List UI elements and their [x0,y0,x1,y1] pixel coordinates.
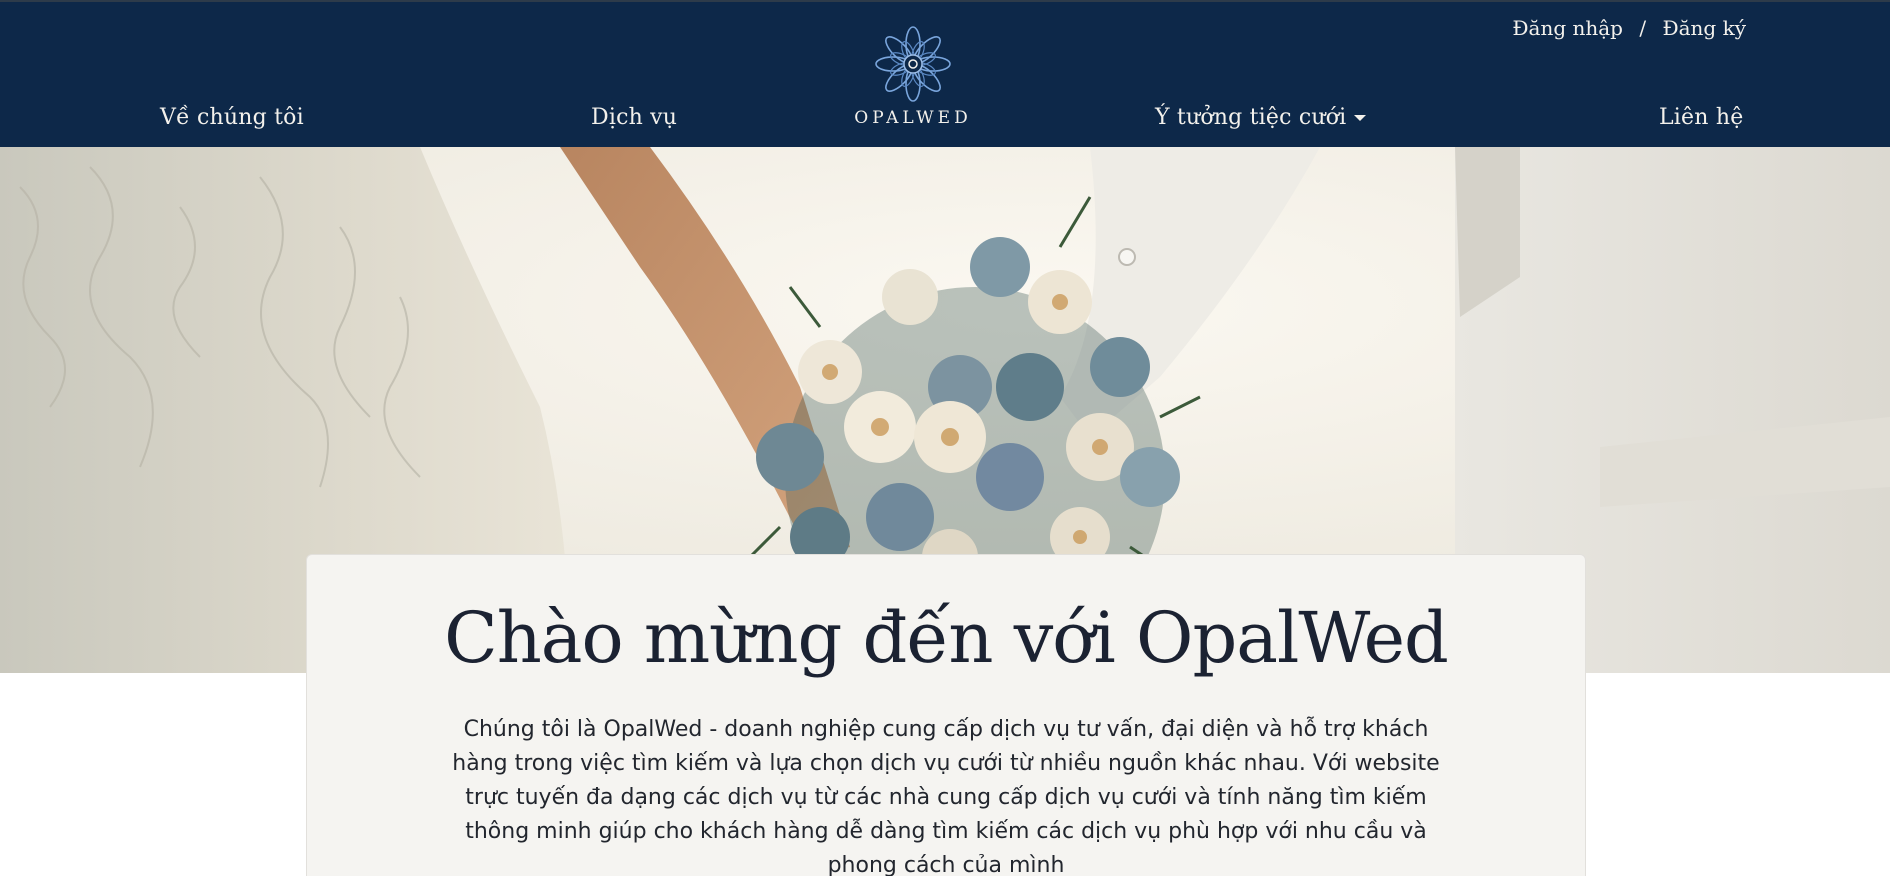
nav-services-link[interactable]: Dịch vụ [591,105,677,130]
auth-links: Đăng nhập / Đăng ký [1512,16,1746,40]
welcome-title: Chào mừng đến với OpalWed [444,597,1449,679]
auth-separator: / [1639,16,1647,40]
caret-down-icon [1354,115,1367,121]
site-logo[interactable]: OPALWED [847,26,979,128]
logo-wordmark: OPALWED [854,108,972,128]
login-link[interactable]: Đăng nhập [1512,16,1623,40]
register-link[interactable]: Đăng ký [1662,16,1746,40]
nav-about-link[interactable]: Về chúng tôi [160,105,304,130]
top-navigation-bar: Đăng nhập / Đăng ký Về chúng tôi Dịch vụ [0,0,1890,147]
nav-wedding-ideas-label: Ý tưởng tiệc cưới [1155,105,1347,130]
nav-wedding-ideas-dropdown[interactable]: Ý tưởng tiệc cưới [1155,105,1367,130]
welcome-description: Chúng tôi là OpalWed - doanh nghiệp cung… [452,717,1440,876]
nav-contact-link[interactable]: Liên hệ [1659,105,1743,130]
welcome-card: Chào mừng đến với OpalWed Chúng tôi là O… [306,554,1586,876]
lotus-logo-icon [875,26,951,102]
